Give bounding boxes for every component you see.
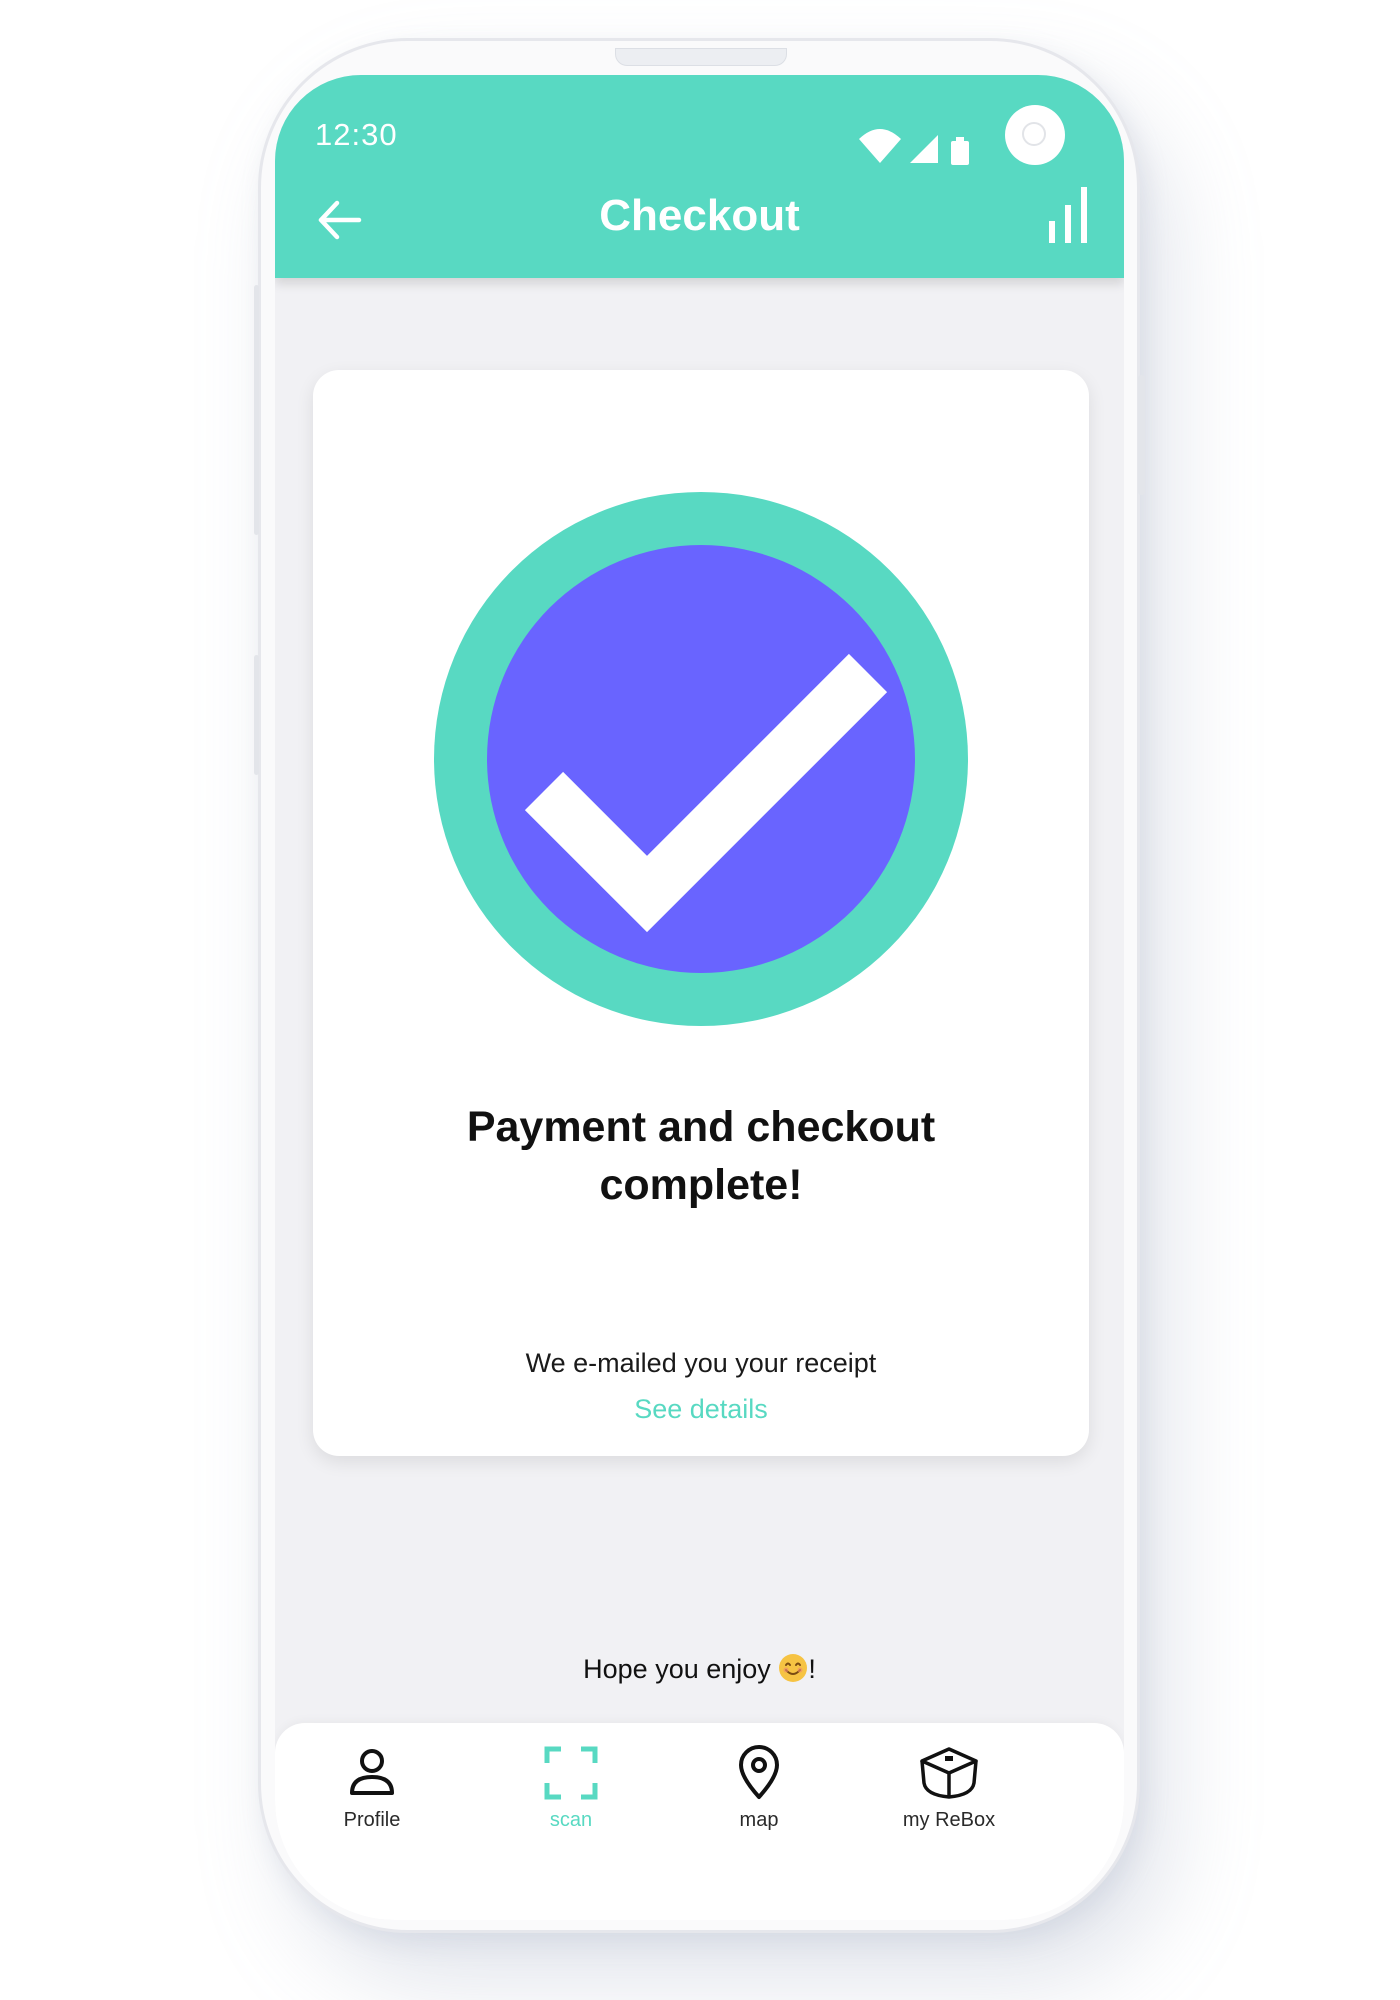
box-icon bbox=[920, 1747, 978, 1799]
nav-label-profile: Profile bbox=[343, 1809, 401, 1831]
confirmation-card: Payment and checkout complete! We e-mail… bbox=[313, 370, 1089, 1456]
receipt-message: We e-mailed you your receipt bbox=[525, 1348, 877, 1378]
see-details-link[interactable]: See details bbox=[313, 1394, 1089, 1425]
nav-label-scan: scan bbox=[549, 1809, 593, 1831]
bar-chart-icon[interactable] bbox=[1045, 183, 1091, 245]
phone-speaker bbox=[615, 48, 787, 66]
nav-label-my-rebox: my ReBox bbox=[902, 1809, 996, 1831]
wifi-icon bbox=[859, 129, 901, 163]
status-time: 12:30 bbox=[315, 117, 398, 152]
signal-icon bbox=[910, 135, 938, 163]
headline-line-1: Payment and checkout bbox=[466, 1103, 936, 1151]
nav-item-profile[interactable]: Profile bbox=[292, 1745, 452, 1855]
smiley-emoji-icon bbox=[779, 1654, 808, 1682]
map-pin-icon bbox=[739, 1745, 779, 1799]
person-icon bbox=[350, 1749, 394, 1795]
status-icons bbox=[859, 129, 969, 165]
enjoy-message: Hope you enjoy ! bbox=[275, 1653, 1124, 1685]
phone-side-button-left-bottom bbox=[254, 655, 259, 775]
phone-side-button-left-top bbox=[254, 285, 259, 535]
nav-item-scan[interactable]: scan bbox=[491, 1745, 651, 1855]
scan-frame-icon bbox=[544, 1746, 598, 1800]
phone-side-button-right bbox=[1138, 375, 1145, 495]
enjoy-text: Hope you enjoy bbox=[583, 1654, 771, 1684]
page-title: Checkout bbox=[599, 191, 800, 240]
checkmark-icon bbox=[434, 492, 968, 1026]
headline-line-2: complete! bbox=[599, 1161, 803, 1209]
enjoy-suffix: ! bbox=[808, 1654, 816, 1684]
nav-item-map[interactable]: map bbox=[679, 1745, 839, 1855]
bottom-navigation: Profile scan map my ReBox bbox=[275, 1723, 1124, 1920]
battery-icon bbox=[951, 137, 969, 165]
nav-label-map: map bbox=[739, 1809, 779, 1831]
app-header: 12:30 Checkout bbox=[275, 75, 1124, 278]
nav-item-my-rebox[interactable]: my ReBox bbox=[869, 1745, 1029, 1855]
confirmation-headline: Payment and checkout complete! bbox=[313, 1098, 1089, 1214]
app-screen: 12:30 Checkout Payment and checkout comp… bbox=[275, 75, 1124, 1920]
front-camera bbox=[1005, 105, 1065, 165]
